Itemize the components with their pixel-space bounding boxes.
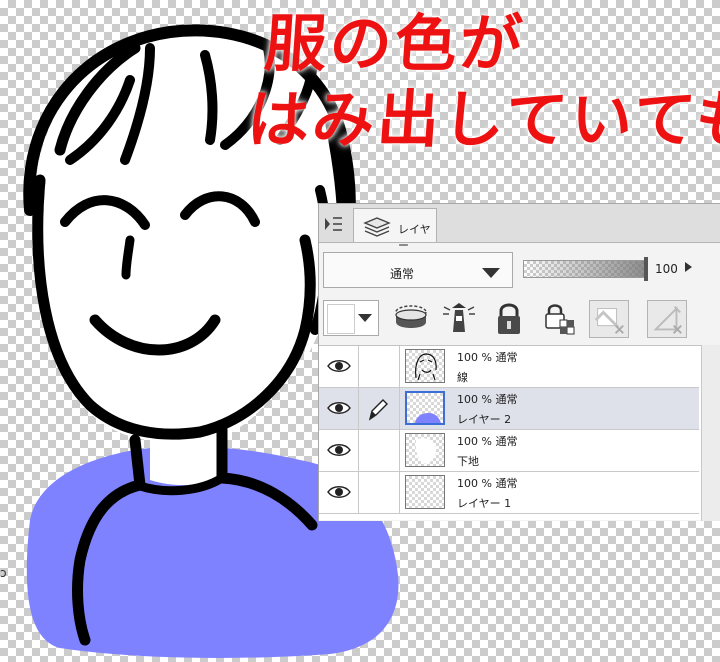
layer-meta: 100 % 通常 (457, 351, 518, 364)
nose (121, 235, 135, 280)
tab-layer[interactable]: レイヤー (353, 208, 437, 252)
opacity-slider[interactable] (523, 257, 648, 281)
layer-row-layer-2[interactable]: 100 % 通常 レイヤー 2 (319, 388, 699, 430)
eye-icon[interactable] (327, 443, 351, 457)
neck-left (129, 434, 146, 491)
layer-row-layer-1[interactable]: 100 % 通常 レイヤー 1 (319, 472, 699, 514)
layer-meta: 100 % 通常 (457, 477, 518, 490)
layer-name: 下地 (457, 455, 479, 468)
layer-thumbnail (405, 391, 445, 425)
layer-meta: 100 % 通常 (457, 435, 518, 448)
layer-meta: 100 % 通常 (457, 393, 518, 406)
panel-menu-icon[interactable] (323, 214, 345, 234)
layer-thumbnail (405, 433, 445, 467)
edge-mark: ɔ (0, 566, 7, 580)
pen-icon (368, 399, 388, 421)
caption: 服の色が はみ出していても (245, 6, 720, 158)
layer-row-base[interactable]: 100 % 通常 下地 (319, 430, 699, 472)
layer-thumbnail (405, 349, 445, 383)
layer-list-scrollbar[interactable] (701, 345, 720, 521)
eye-icon[interactable] (327, 485, 351, 499)
layer-color-swatch (327, 304, 355, 334)
layer-panel: レイヤー 通常 100 100 % 通常 線 100 % 通常 レイヤー 2 1… (318, 203, 720, 521)
opacity-spin-icon[interactable] (685, 262, 692, 272)
layer-tool-row (319, 296, 720, 342)
lock-transparency-icon[interactable] (539, 300, 579, 338)
layer-name: 線 (457, 371, 468, 384)
layer-name: レイヤー 1 (457, 497, 512, 510)
clip-icon[interactable] (391, 300, 431, 338)
layers-icon (363, 217, 391, 237)
chevron-down-icon (358, 314, 372, 322)
layer-row-line[interactable]: 100 % 通常 線 (319, 346, 699, 388)
reference-layer-icon[interactable] (439, 300, 479, 338)
lock-icon[interactable] (489, 300, 529, 338)
panel-tab-bar: レイヤー (319, 204, 720, 252)
blend-row: 通常 100 (319, 248, 720, 292)
layer-thumbnail (405, 475, 445, 509)
eye-icon[interactable] (327, 401, 351, 415)
chevron-down-icon (482, 268, 500, 278)
caption-line-1: 服の色が (262, 7, 528, 80)
blend-mode-select[interactable]: 通常 (323, 252, 513, 288)
eye-icon[interactable] (327, 359, 351, 373)
blend-mode-value: 通常 (390, 267, 415, 281)
layer-color-select[interactable] (323, 300, 379, 336)
layer-name: レイヤー 2 (457, 413, 512, 426)
caption-line-2: はみ出していても (244, 83, 720, 156)
delete-layer-icon[interactable] (647, 300, 687, 338)
opacity-value[interactable]: 100 (655, 262, 678, 276)
opacity-slider-handle[interactable] (644, 257, 648, 281)
layer-list: 100 % 通常 線 100 % 通常 レイヤー 2 100 % 通常 下地 1… (319, 345, 720, 520)
clear-layer-icon[interactable] (589, 300, 629, 338)
